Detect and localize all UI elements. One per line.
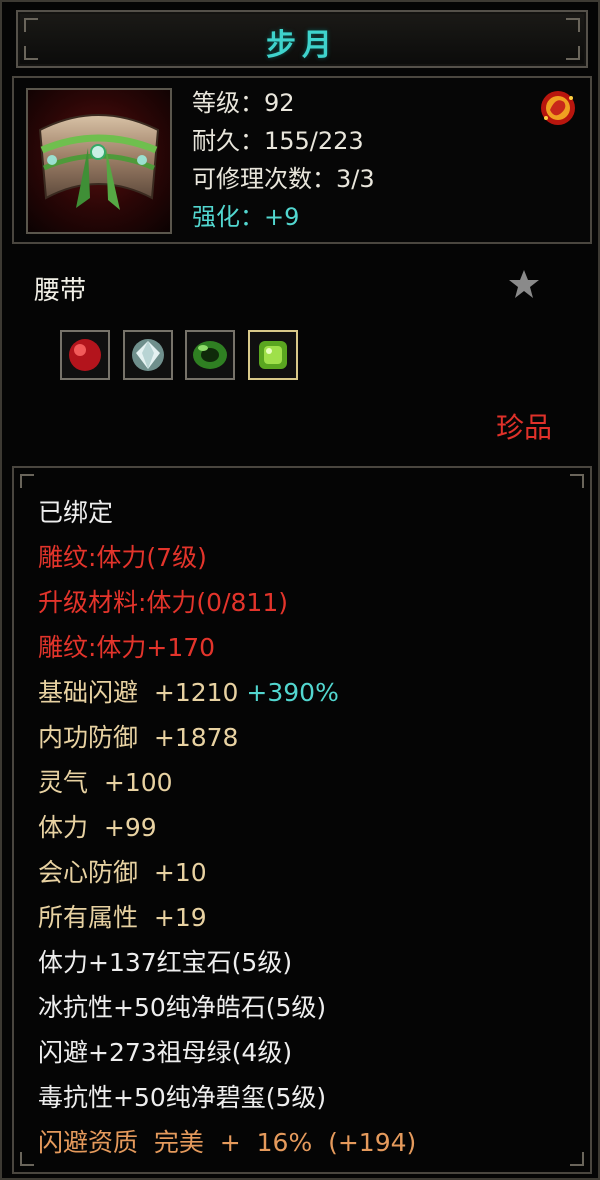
- title-bar: 步月: [16, 10, 588, 68]
- all-attributes-line: 所有属性 +19: [38, 903, 207, 932]
- gem-bonus-line: 冰抗性+50纯净皓石(5级): [38, 993, 327, 1022]
- item-enhance: 强化：+9: [192, 203, 300, 231]
- item-type: 腰带: [34, 276, 87, 306]
- item-level: 等级：92: [192, 89, 295, 117]
- item-tooltip-panel: 步月 等级：92 耐久：155/223 可修理次数：3/3 强化：+9 腰带 珍…: [0, 0, 600, 1180]
- rarity-label: 珍品: [495, 411, 552, 444]
- crit-defense-line: 会心防御 +10: [38, 858, 207, 887]
- engrave-bonus-line: 雕纹:体力+170: [38, 633, 216, 662]
- diamond-gem-icon[interactable]: [123, 330, 173, 380]
- ruby-gem-icon[interactable]: [60, 330, 110, 380]
- gem-bonus-line: 体力+137红宝石(5级): [38, 948, 293, 977]
- stamina-line: 体力 +99: [38, 813, 157, 842]
- jade-gem-icon[interactable]: [248, 330, 298, 380]
- gem-bonus-line: 闪避+273祖母绿(4级): [38, 1038, 293, 1067]
- item-repair-count: 可修理次数：3/3: [192, 165, 375, 193]
- attribute-list: 已绑定 雕纹:体力(7级) 升级材料:体力(0/811) 雕纹:体力+170 基…: [12, 466, 592, 1174]
- spirit-line: 灵气 +100: [38, 768, 173, 797]
- base-dodge-bonus: +390%: [246, 678, 339, 707]
- emerald-ring-gem-icon[interactable]: [185, 330, 235, 380]
- upgrade-material-line: 升级材料:体力(0/811): [38, 588, 288, 617]
- bound-status: 已绑定: [38, 498, 114, 527]
- item-header: 等级：92 耐久：155/223 可修理次数：3/3 强化：+9: [12, 76, 592, 244]
- belt-icon: [26, 88, 172, 234]
- fire-emblem-icon: [538, 88, 578, 128]
- item-name: 步月: [266, 28, 338, 63]
- gem-bonus-line: 毒抗性+50纯净碧玺(5级): [38, 1083, 327, 1112]
- dodge-quality-line: 闪避资质 完美 + 16% (+194): [38, 1128, 417, 1157]
- inner-defense-line: 内功防御 +1878: [38, 723, 239, 752]
- star-icon[interactable]: [508, 268, 540, 300]
- base-dodge-line: 基础闪避 +1210 +390%: [38, 676, 339, 710]
- base-dodge-value: 基础闪避 +1210: [38, 678, 239, 707]
- engrave-line: 雕纹:体力(7级): [38, 543, 207, 572]
- item-durability: 耐久：155/223: [192, 127, 364, 155]
